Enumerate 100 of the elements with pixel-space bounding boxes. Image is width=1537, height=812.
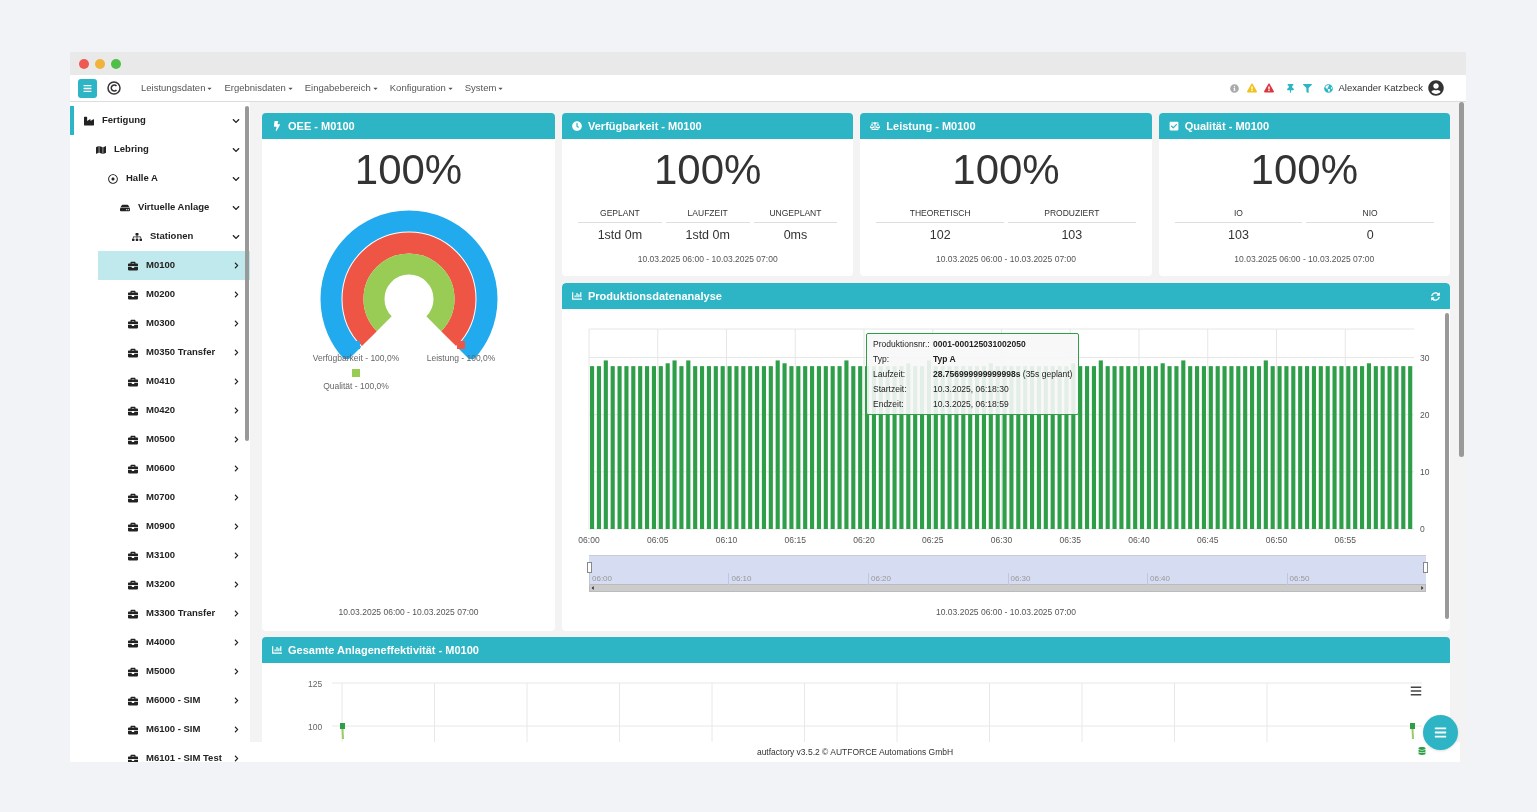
scrollbar-thumb[interactable]: [1445, 313, 1449, 619]
info-icon[interactable]: [1229, 83, 1239, 93]
chevron-right-icon: [233, 581, 240, 588]
sidebar-item[interactable]: M3200: [98, 570, 250, 599]
date-range: 10.03.2025 06:00 - 10.03.2025 07:00: [935, 606, 1077, 619]
briefcase-icon: [128, 695, 138, 706]
sidebar-item[interactable]: M0200: [98, 280, 250, 309]
menu-button[interactable]: [78, 78, 97, 98]
date-range: 10.03.2025 06:00 - 10.03.2025 07:00: [936, 252, 1076, 266]
kpi-label: GEPLANT: [578, 207, 662, 223]
scrollbar-thumb[interactable]: [245, 106, 249, 441]
sidebar-item[interactable]: M6100 - SIM: [98, 715, 250, 744]
card-title: Qualität - M0100: [1184, 118, 1270, 134]
legend-label[interactable]: Verfügbarkeit - 100,0%: [312, 352, 400, 365]
sidebar-item[interactable]: Stationen: [94, 222, 250, 251]
axis-label: 125: [308, 678, 323, 691]
chevron-right-icon: [233, 523, 240, 530]
briefcase-icon: [128, 637, 138, 648]
sidebar-item[interactable]: M3100: [98, 541, 250, 570]
sidebar-item[interactable]: M5000: [98, 657, 250, 686]
clock-icon: [572, 121, 582, 131]
sidebar-item[interactable]: Lebring: [76, 135, 250, 164]
axis-label: 06:30: [990, 535, 1013, 545]
briefcase-icon: [128, 463, 138, 474]
card-title: OEE - M0100: [288, 118, 356, 134]
briefcase-icon: [128, 550, 138, 561]
sidebar-item[interactable]: M3300 Transfer: [98, 599, 250, 628]
axis-label: 06:20: [853, 535, 875, 545]
chevron-down-icon: [232, 145, 240, 154]
scrollbar-thumb[interactable]: [1459, 102, 1464, 457]
nav-menu[interactable]: Ergebnisdaten: [224, 80, 294, 96]
database-icon[interactable]: [1418, 747, 1426, 755]
sidebar-item[interactable]: M0700: [98, 483, 250, 512]
sidebar-item[interactable]: M0900: [98, 512, 250, 541]
nav-menu[interactable]: Leistungsdaten: [141, 80, 214, 96]
kpi-label: UNGEPLANT: [753, 207, 838, 223]
sidebar-item[interactable]: M0420: [98, 396, 250, 425]
kpi-value: 100%: [1250, 149, 1359, 191]
card-title: Produktionsdatenanalyse: [588, 288, 723, 304]
logo-icon: [107, 81, 121, 95]
navigator-scrollbar[interactable]: [589, 584, 1426, 592]
data-point[interactable]: [340, 723, 345, 740]
filter-icon[interactable]: [1302, 83, 1312, 93]
nav-menu[interactable]: Eingabebereich: [304, 80, 379, 96]
kpi-number: 0ms: [783, 226, 808, 244]
briefcase-icon: [128, 405, 138, 416]
alert-icon[interactable]: [1263, 83, 1274, 93]
axis-label: 30: [1420, 352, 1430, 363]
navigator-handle[interactable]: [1423, 562, 1428, 573]
menu-icon[interactable]: [1410, 685, 1422, 697]
warning-icon[interactable]: [1246, 83, 1257, 93]
menu-icon: [1434, 726, 1447, 739]
tooltip-value: 10.3.2025, 06:18:30: [933, 383, 1009, 395]
balance-scale-icon: [870, 121, 881, 131]
sidebar-item[interactable]: M6000 - SIM: [98, 686, 250, 715]
sidebar-item[interactable]: M0100: [98, 251, 250, 280]
sidebar-item[interactable]: M4000: [98, 628, 250, 657]
sidebar-item[interactable]: M0600: [98, 454, 250, 483]
user-name[interactable]: Alexander Katzbeck: [1338, 80, 1423, 96]
tooltip-value: Typ A: [933, 353, 956, 365]
globe-icon[interactable]: [1323, 83, 1333, 93]
kpi-number: 1std 0m: [597, 226, 643, 244]
sidebar-item[interactable]: Virtuelle Anlage: [88, 193, 250, 222]
kpi-number: 1std 0m: [685, 226, 730, 244]
axis-label: 06:05: [647, 535, 669, 545]
chevron-right-icon: [233, 610, 240, 617]
axis-label: 06:50: [1265, 535, 1288, 545]
chevron-right-icon: [233, 436, 240, 443]
axis-label: 10: [1420, 466, 1430, 477]
briefcase-icon: [128, 347, 138, 358]
briefcase-icon: [128, 318, 138, 329]
briefcase-icon: [128, 376, 138, 387]
kpi-number: 0: [1366, 226, 1374, 244]
chevron-right-icon: [233, 668, 240, 675]
axis-label: 06:00: [578, 535, 600, 545]
nav-menu[interactable]: Konfiguration: [389, 80, 454, 96]
sidebar-item[interactable]: M0410: [98, 367, 250, 396]
card-title: Verfügbarkeit - M0100: [588, 118, 703, 134]
sidebar-item[interactable]: M0500: [98, 425, 250, 454]
axis-label: 06:40: [1128, 535, 1150, 545]
sidebar-item[interactable]: Halle A: [82, 164, 250, 193]
sidebar-item[interactable]: M0350 Transfer: [98, 338, 250, 367]
legend-label[interactable]: Qualität - 100,0%: [323, 379, 389, 393]
briefcase-icon: [128, 521, 138, 532]
sidebar-item[interactable]: M0300: [98, 309, 250, 338]
axis-label: 06:15: [784, 535, 806, 545]
axis-label: 20: [1420, 409, 1430, 420]
sidebar-item[interactable]: M6101 - SIM Test: [98, 744, 250, 762]
legend-label[interactable]: Leistung - 100,0%: [426, 352, 496, 365]
nav-menu[interactable]: System: [464, 80, 505, 96]
chevron-right-icon: [233, 697, 240, 704]
navigator-handle[interactable]: [587, 562, 592, 573]
chevron-down-icon: [232, 116, 240, 125]
pin-icon[interactable]: [1285, 83, 1295, 93]
right-arrow-icon: [1419, 585, 1425, 591]
chevron-right-icon: [233, 465, 240, 472]
data-point[interactable]: [1410, 723, 1415, 740]
chevron-down-icon: [232, 174, 240, 183]
user-avatar-icon[interactable]: [1428, 80, 1444, 96]
refresh-icon[interactable]: [1431, 291, 1440, 301]
